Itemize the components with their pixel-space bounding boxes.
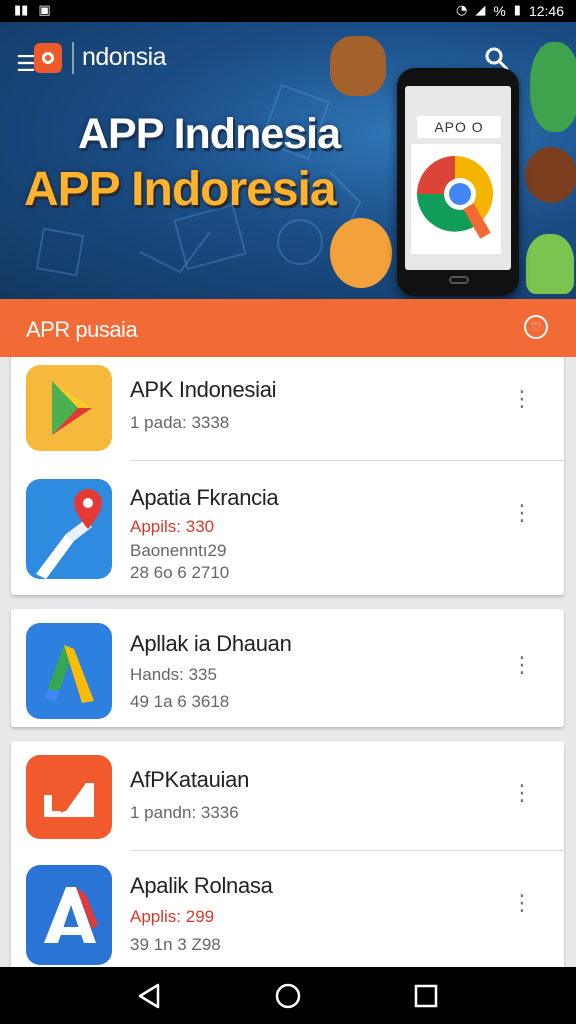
app-title: Apalik Rolnasa	[130, 873, 273, 898]
phone-home-button	[449, 276, 469, 284]
app-logo-icon	[34, 43, 62, 73]
home-icon[interactable]	[258, 967, 318, 1024]
mascot-brown-right-icon	[525, 147, 576, 203]
more-options-icon[interactable]: ⋮	[511, 387, 533, 413]
orange-chart-icon	[26, 755, 112, 839]
battery-icon: ▮	[513, 3, 521, 18]
hero-title-white: APP Indnesia	[78, 110, 341, 158]
app-name: ndonsia	[82, 43, 167, 71]
app-meta-highlight: Applis: 299	[130, 907, 215, 926]
list-item[interactable]: Apllak ia Dhauan Hands: 335 49 1a 6 3618…	[11, 609, 564, 727]
back-icon[interactable]	[120, 967, 180, 1024]
notification-icon: ▮▮	[14, 3, 29, 18]
a-letter-icon	[26, 865, 112, 965]
favorite-heart-icon[interactable]: ♡	[524, 315, 548, 339]
recents-icon[interactable]	[396, 967, 456, 1024]
hamburger-menu-icon[interactable]: ☰	[16, 52, 36, 77]
section-title: APR pusaia	[26, 317, 138, 342]
more-options-icon[interactable]: ⋮	[511, 653, 533, 679]
app-meta: 39 1n 3 Z98	[130, 935, 221, 954]
status-bar: ▮▮ ▣ ◔ ◢ % ▮ 12:46	[0, 0, 576, 22]
section-header-bar: APR pusaia ♡	[0, 299, 576, 357]
play-store-icon	[26, 365, 112, 451]
app-card: AfPKatauian 1 pandn: 3336 ⋮ Apalik Rolna…	[11, 741, 564, 967]
list-item[interactable]: Apalik Rolnasa Applis: 299 39 1n 3 Z98 ⋮	[11, 851, 564, 967]
app-card: APK Indonesiai 1 pada: 3338 ⋮ Apatia Fkr…	[11, 357, 564, 595]
hero-banner: ☰ ndonsia ⁝ APO O APP Indnesia APP I	[0, 22, 576, 300]
app-list: APK Indonesiai 1 pada: 3338 ⋮ Apatia Fkr…	[0, 357, 576, 967]
list-item[interactable]: APK Indonesiai 1 pada: 3338 ⋮	[11, 357, 564, 457]
phone-illustration: APO O	[397, 68, 519, 296]
more-options-icon[interactable]: ⋮	[511, 501, 533, 527]
battery-percent: %	[493, 3, 506, 19]
chrome-logo-icon	[411, 144, 501, 254]
app-meta: Baonenntı29	[130, 541, 227, 560]
hero-title-orange: APP Indoresia	[24, 163, 337, 216]
app-title: Apllak ia Dhauan	[130, 631, 292, 656]
mascot-android-icon	[526, 234, 574, 294]
app-meta-secondary: 28 6o 6 2710	[130, 563, 230, 582]
logo-divider	[72, 42, 74, 74]
app-meta: 1 pada: 3338	[130, 413, 230, 432]
clock: 12:46	[528, 3, 564, 19]
app-card: Apllak ia Dhauan Hands: 335 49 1a 6 3618…	[11, 609, 564, 727]
list-item[interactable]: Apatia Fkrancia Appils: 330 Baonenntı29 …	[11, 461, 564, 595]
app-title: APK Indonesiai	[130, 377, 277, 402]
image-notification-icon: ▣	[38, 3, 51, 18]
app-meta: Hands: 335	[130, 665, 217, 684]
app-title: AfPKatauian	[130, 767, 250, 792]
signal-icon: ◢	[475, 3, 486, 18]
mascot-orange-icon	[330, 218, 392, 288]
list-item[interactable]: AfPKatauian 1 pandn: 3336 ⋮	[11, 741, 564, 851]
google-ads-icon	[26, 623, 112, 719]
system-navigation-bar	[0, 967, 576, 1024]
maps-pin-icon	[26, 479, 112, 579]
wifi-icon: ◔	[456, 3, 468, 18]
app-meta-highlight: Appils: 330	[130, 517, 215, 536]
mascot-brown-icon	[330, 36, 386, 96]
app-meta-secondary: 49 1a 6 3618	[130, 692, 230, 711]
phone-screen: APO O	[405, 86, 511, 270]
more-options-icon[interactable]: ⋮	[511, 891, 533, 917]
app-title: Apatia Fkrancia	[130, 485, 279, 510]
app-meta: 1 pandn: 3336	[130, 803, 239, 822]
mascot-green-icon	[530, 42, 576, 132]
more-options-icon[interactable]: ⋮	[511, 781, 533, 807]
